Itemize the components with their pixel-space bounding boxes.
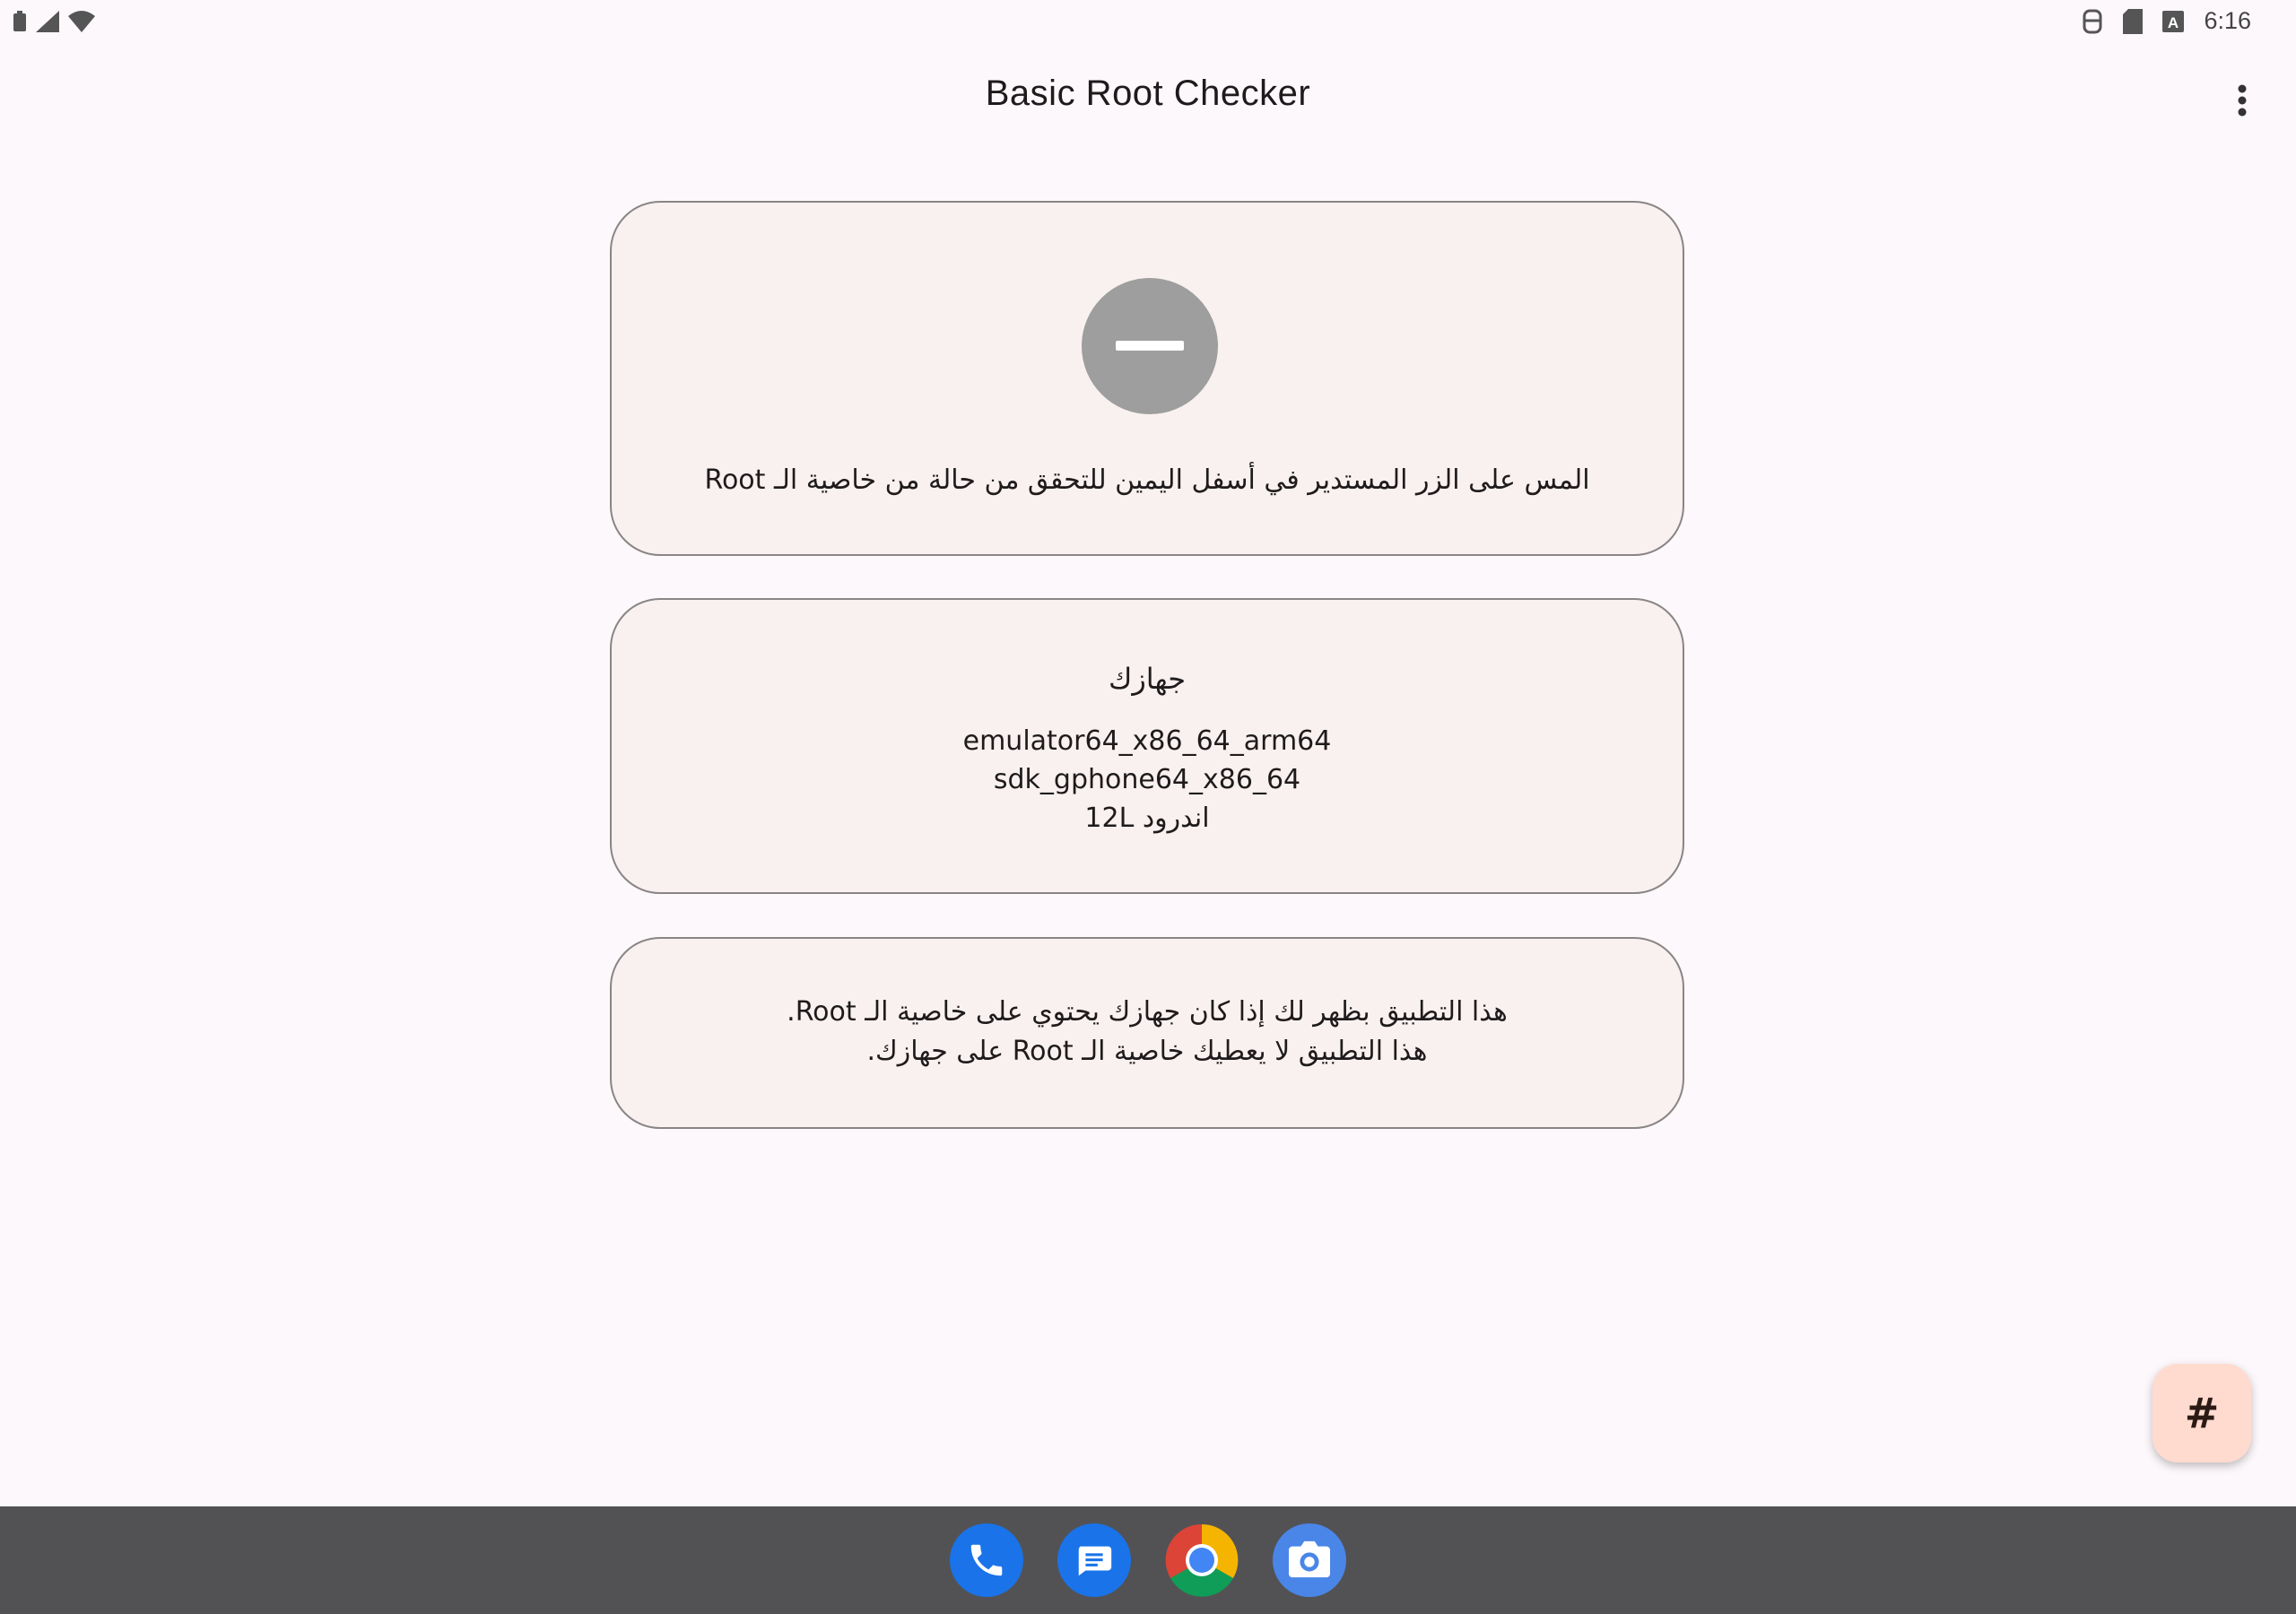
status-time: 6:16	[2204, 7, 2251, 34]
device-info-card: جهازك emulator64_x86_64_arm64 sdk_gphone…	[610, 598, 1684, 894]
sd-card-icon	[2123, 8, 2144, 34]
more-vert-icon[interactable]	[2219, 77, 2266, 124]
hash-icon: #	[2184, 1389, 2220, 1437]
device-details: emulator64_x86_64_arm64 sdk_gphone64_x86…	[612, 722, 1683, 837]
app-info-card: هذا التطبيق بظهر لك إذا كان جهازك يحتوي …	[610, 937, 1684, 1129]
device-product: sdk_gphone64_x86_64	[993, 764, 1301, 795]
chrome-app-icon[interactable]	[1165, 1523, 1239, 1597]
page-title: Basic Root Checker	[985, 74, 1311, 113]
battery-icon	[13, 11, 27, 32]
app-info-text: هذا التطبيق بظهر لك إذا كان جهازك يحتوي …	[612, 993, 1683, 1072]
wifi-icon	[68, 11, 95, 32]
svg-text:A: A	[2168, 14, 2179, 31]
check-root-fab-button[interactable]: #	[2152, 1364, 2251, 1462]
status-message: المس على الزر المستدير في أسفل اليمين لل…	[704, 464, 1590, 496]
minus-circle-icon	[1082, 278, 1218, 414]
info-line-1: هذا التطبيق بظهر لك إذا كان جهازك يحتوي …	[787, 996, 1508, 1028]
root-status-card: المس على الزر المستدير في أسفل اليمين لل…	[610, 201, 1684, 556]
camera-app-icon[interactable]	[1273, 1523, 1346, 1597]
messages-app-icon[interactable]	[1057, 1523, 1131, 1597]
status-bar-left	[13, 11, 95, 32]
info-line-2: هذا التطبيق لا يعطيك خاصية الـ Root على …	[866, 1036, 1428, 1067]
phone-app-icon[interactable]	[950, 1523, 1023, 1597]
device-card-title: جهازك	[1108, 662, 1187, 696]
device-model: emulator64_x86_64_arm64	[962, 725, 1332, 757]
accessibility-icon	[2082, 8, 2103, 35]
keyboard-a-icon: A	[2162, 10, 2185, 32]
android-version: اندرود 12L	[1084, 803, 1210, 834]
status-bar-right: A 6:16	[2082, 7, 2251, 35]
signal-icon	[36, 11, 59, 32]
taskbar	[0, 1506, 2296, 1614]
status-bar: A 6:16	[0, 0, 2296, 47]
